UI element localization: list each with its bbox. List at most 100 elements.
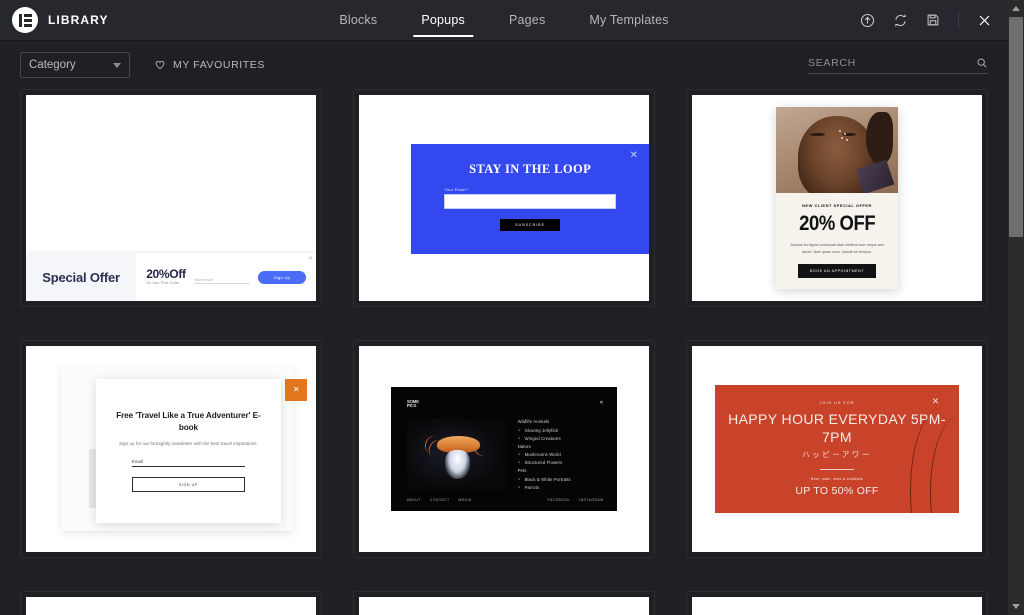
- discount-subtitle: On Your First Order: [146, 281, 180, 286]
- ebook-popup: ✕ Free 'Travel Like a True Adventurer' E…: [95, 378, 308, 524]
- category-dropdown-label: Category: [29, 59, 76, 71]
- upload-template-icon[interactable]: [857, 10, 877, 30]
- template-card-happy-hour[interactable]: ✕ JOIN US FOR HAPPY HOUR EVERYDAY 5PM-7P…: [686, 340, 988, 558]
- template-card-stay-in-the-loop[interactable]: ✕ STAY IN THE LOOP Your Email * SUBSCRIB…: [353, 89, 655, 307]
- vertical-scrollbar[interactable]: [1008, 0, 1024, 615]
- signup-button[interactable]: SIGN UP: [131, 477, 246, 493]
- email-input[interactable]: [444, 194, 616, 210]
- search-icon[interactable]: [976, 57, 988, 69]
- email-placeholder: Your email: [193, 277, 213, 282]
- page-title: LIBRARY: [48, 13, 109, 27]
- footer-link[interactable]: MEDIA: [459, 498, 472, 502]
- template-grid: Special Offer 20%Off On Your First Order…: [20, 89, 988, 615]
- social-link[interactable]: INSTAGRAM: [579, 498, 603, 502]
- offer-eyebrow: NEW CLIENT SPECIAL OFFER: [802, 203, 872, 209]
- signup-button[interactable]: Sign Up: [258, 270, 306, 284]
- popup-title: STAY IN THE LOOP: [469, 162, 592, 177]
- discount-value: 20%Off: [146, 267, 186, 282]
- special-offer-title: Special Offer: [42, 269, 120, 285]
- search-field[interactable]: [808, 56, 988, 74]
- sync-library-icon[interactable]: [890, 10, 910, 30]
- close-icon[interactable]: ✕: [285, 378, 308, 401]
- template-preview: [692, 597, 982, 615]
- template-card-travel-ebook[interactable]: ✕ Free 'Travel Like a True Adventurer' E…: [20, 340, 322, 558]
- category-dropdown[interactable]: Category: [20, 52, 130, 78]
- template-preview: ✕ Free 'Travel Like a True Adventurer' E…: [26, 346, 316, 552]
- template-card-wildlife-menu[interactable]: SOMEPICS ✕ Wildlife Animals Glowing Jell…: [353, 340, 655, 558]
- brand: LIBRARY: [0, 7, 109, 33]
- scrollbar-thumb[interactable]: [1009, 17, 1023, 237]
- special-offer-bar: Special Offer 20%Off On Your First Order…: [26, 253, 316, 301]
- chevron-up-icon[interactable]: [1008, 0, 1024, 17]
- menu-item[interactable]: Mushrooms World: [518, 452, 608, 457]
- template-grid-scroll[interactable]: Special Offer 20%Off On Your First Order…: [0, 89, 1008, 615]
- template-preview: Special Offer 20%Off On Your First Order…: [26, 95, 316, 301]
- close-icon[interactable]: ✕: [630, 151, 638, 161]
- tab-blocks[interactable]: Blocks: [317, 0, 399, 40]
- chevron-down-icon[interactable]: [1008, 598, 1024, 615]
- happy-hour-eyebrow: JOIN US FOR: [819, 400, 855, 405]
- menu-item[interactable]: Wildlife Animals: [518, 419, 608, 424]
- template-preview: [26, 597, 316, 615]
- close-icon[interactable]: ✕: [932, 396, 940, 406]
- save-template-icon[interactable]: [923, 10, 943, 30]
- email-label: Your Email *: [444, 187, 469, 193]
- email-field[interactable]: Email: [131, 459, 246, 468]
- newsletter-popup: ✕ STAY IN THE LOOP Your Email * SUBSCRIB…: [411, 144, 649, 254]
- my-favourites-filter[interactable]: MY FAVOURITES: [154, 59, 265, 71]
- offer-body: NEW CLIENT SPECIAL OFFER 20% OFF Aenean …: [776, 193, 898, 289]
- template-preview: SOMEPICS ✕ Wildlife Animals Glowing Jell…: [359, 346, 649, 552]
- ebook-subtitle: Sign up for our fortnightly newsletter w…: [118, 441, 258, 447]
- special-offer-right: 20%Off On Your First Order Your email Si…: [136, 253, 316, 301]
- tab-my-templates[interactable]: My Templates: [567, 0, 690, 40]
- heart-icon: [155, 60, 165, 70]
- menu-item[interactable]: Black & White Portraits: [518, 477, 608, 482]
- special-offer-left: Special Offer: [26, 253, 137, 301]
- scrollbar-track[interactable]: [1009, 17, 1023, 598]
- menu-item[interactable]: Pets: [518, 468, 608, 473]
- template-card-row3-3[interactable]: [686, 591, 988, 615]
- divider: [958, 11, 959, 29]
- template-card-twenty-percent-off[interactable]: NEW CLIENT SPECIAL OFFER 20% OFF Aenean …: [686, 89, 988, 307]
- tab-pages[interactable]: Pages: [487, 0, 567, 40]
- happy-hour-japanese: ハッピーアワー: [802, 450, 872, 460]
- discount-block: 20%Off On Your First Order: [146, 268, 186, 285]
- footer-link[interactable]: CONTACT: [430, 498, 450, 502]
- happy-hour-subtext: Beer, sake, wine & cocktails: [811, 477, 863, 482]
- template-preview: ✕ STAY IN THE LOOP Your Email * SUBSCRIB…: [359, 95, 649, 301]
- template-card-special-offer-bar[interactable]: Special Offer 20%Off On Your First Order…: [20, 89, 322, 307]
- fullscreen-menu-popup: SOMEPICS ✕ Wildlife Animals Glowing Jell…: [390, 387, 618, 511]
- menu-item[interactable]: Structured Flowers: [518, 460, 608, 465]
- footer-link[interactable]: ABOUT: [407, 498, 421, 502]
- email-field[interactable]: Your email: [193, 270, 250, 284]
- template-card-row3-2[interactable]: [353, 591, 655, 615]
- tab-popups[interactable]: Popups: [399, 0, 487, 40]
- chevron-down-icon: [113, 62, 121, 68]
- menu-item[interactable]: Nature: [518, 444, 608, 449]
- template-card-row3-1[interactable]: [20, 591, 322, 615]
- book-appointment-button[interactable]: BOOK AN APPOINTMENT: [797, 263, 877, 278]
- offer-description: Aenean leo ligula consequat vitae eleife…: [790, 243, 884, 254]
- close-icon[interactable]: ✕: [308, 256, 313, 262]
- menu-footer: ABOUT CONTACT MEDIA FACEBOOK INSTAGRAM: [407, 498, 604, 502]
- close-icon[interactable]: [974, 10, 994, 30]
- subscribe-form: Your Email * SUBSCRIBE: [444, 187, 616, 232]
- template-preview: [359, 597, 649, 615]
- social-link[interactable]: FACEBOOK: [547, 498, 570, 502]
- close-icon[interactable]: ✕: [599, 400, 603, 406]
- offer-headline: 20% OFF: [798, 212, 875, 236]
- menu-item[interactable]: Glowing Jellyfish: [518, 428, 608, 433]
- subscribe-button[interactable]: SUBSCRIBE: [500, 219, 561, 232]
- search-input[interactable]: [808, 56, 976, 69]
- menu-item[interactable]: Winged Creatures: [518, 436, 608, 441]
- my-favourites-label: MY FAVOURITES: [173, 59, 266, 71]
- elementor-logo-icon: [12, 7, 38, 33]
- filter-bar: Category MY FAVOURITES: [0, 41, 1008, 89]
- happy-hour-popup: ✕ JOIN US FOR HAPPY HOUR EVERYDAY 5PM-7P…: [715, 385, 959, 513]
- offer-popup: NEW CLIENT SPECIAL OFFER 20% OFF Aenean …: [776, 107, 898, 289]
- menu-item[interactable]: Parrots: [518, 485, 608, 490]
- library-tabs: Blocks Popups Pages My Templates: [317, 0, 690, 40]
- site-logo: SOME PICS: [406, 398, 419, 409]
- template-preview: NEW CLIENT SPECIAL OFFER 20% OFF Aenean …: [692, 95, 982, 301]
- happy-hour-offer: UP TO 50% OFF: [795, 485, 879, 498]
